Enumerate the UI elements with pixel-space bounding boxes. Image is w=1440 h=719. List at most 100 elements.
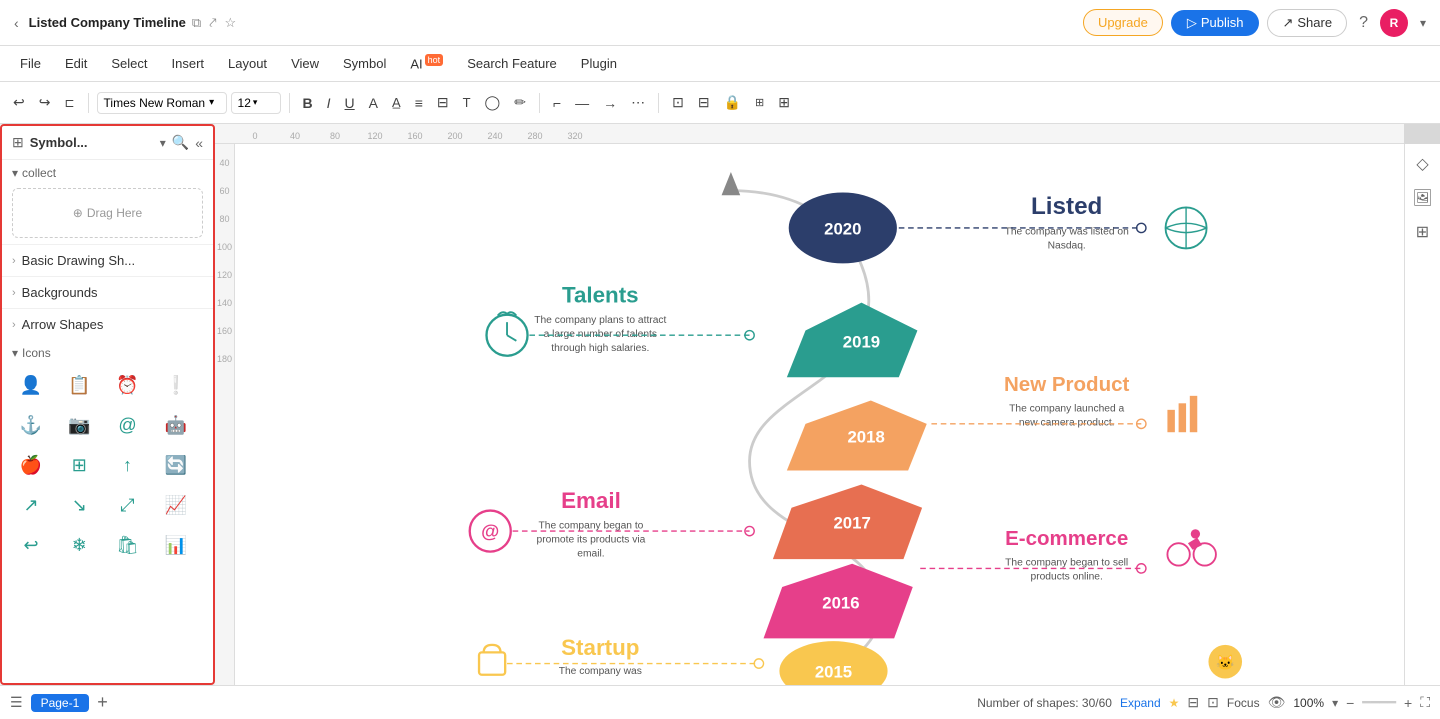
add-page-button[interactable]: + xyxy=(97,692,108,713)
redo-button[interactable]: ↪ xyxy=(34,91,56,114)
icon-camera[interactable]: 📷 xyxy=(60,406,98,444)
right-panel-grid-icon[interactable]: ⊞ xyxy=(1416,222,1429,242)
icon-expand[interactable]: ⤢ xyxy=(109,486,147,524)
font-selector[interactable]: Times New Roman ▾ xyxy=(97,92,227,114)
italic-button[interactable]: I xyxy=(322,92,336,114)
upgrade-button[interactable]: Upgrade xyxy=(1083,9,1163,36)
menu-layout[interactable]: Layout xyxy=(216,52,279,75)
focus-icon[interactable]: ⊡ xyxy=(1207,694,1219,711)
menu-search-feature[interactable]: Search Feature xyxy=(455,52,569,75)
right-panel-image-icon[interactable]: 🖼 xyxy=(1412,188,1432,208)
zoom-dropdown-icon[interactable]: ▾ xyxy=(1332,696,1338,710)
menu-file[interactable]: File xyxy=(8,52,53,75)
icon-grid[interactable]: ⊞ xyxy=(60,446,98,484)
arrange-button[interactable]: ⊡ xyxy=(667,91,689,114)
canvas-white[interactable]: 2020 2019 2018 2017 2016 2015 Talents xyxy=(235,144,1404,685)
menu-view[interactable]: View xyxy=(279,52,331,75)
sidebar-search-icon[interactable]: 🔍 xyxy=(172,134,189,151)
cyclist-wheel1 xyxy=(1167,543,1189,565)
menu-edit[interactable]: Edit xyxy=(53,52,99,75)
underline-button[interactable]: U xyxy=(340,92,360,114)
icon-reply[interactable]: ↩ xyxy=(12,526,50,564)
icon-bar-chart[interactable]: 📊 xyxy=(157,526,195,564)
bold-button[interactable]: B xyxy=(298,92,318,114)
sidebar-expand-icon[interactable]: ▾ xyxy=(160,136,166,150)
layers-icon[interactable]: ⊟ xyxy=(1187,694,1199,711)
fullscreen-button[interactable]: ⛶ xyxy=(1420,694,1430,711)
sidebar-grid-icon: ⊞ xyxy=(12,134,24,151)
menu-symbol[interactable]: Symbol xyxy=(331,52,398,75)
ungroup-button[interactable]: ⊞ xyxy=(750,93,769,112)
icons-label[interactable]: ▾ Icons xyxy=(12,346,203,360)
page-menu-icon[interactable]: ☰ xyxy=(10,694,23,711)
icon-clipboard[interactable]: 📋 xyxy=(60,366,98,404)
lock-button[interactable]: 🔒 xyxy=(719,91,746,114)
toolbar-btn3[interactable]: ⊏ xyxy=(59,93,79,113)
dots-line-button[interactable]: ⋯ xyxy=(626,91,650,114)
font-size-input[interactable]: 12 ▾ xyxy=(231,92,281,114)
duplicate-icon[interactable]: ⧉ xyxy=(192,15,201,31)
drag-plus-icon: ⊕ xyxy=(73,206,83,220)
canvas-area[interactable]: 04080120160200240280320 4060801001201401… xyxy=(215,124,1440,685)
icon-robot[interactable]: 🤖 xyxy=(157,406,195,444)
icon-bag[interactable]: 🛍 xyxy=(109,526,147,564)
right-panel-diamond-icon[interactable]: ◇ xyxy=(1416,154,1428,174)
table-button[interactable]: ⊞ xyxy=(773,91,795,114)
avatar[interactable]: R xyxy=(1380,9,1408,37)
icon-arrow-se[interactable]: ↘ xyxy=(60,486,98,524)
arrow-button[interactable]: → xyxy=(598,92,622,114)
focus-label[interactable]: Focus xyxy=(1227,696,1260,710)
line-style-button[interactable]: — xyxy=(570,92,594,114)
connector-button[interactable]: ⌐ xyxy=(548,92,566,114)
icon-at[interactable]: @ xyxy=(109,406,147,444)
icon-arrow-up[interactable]: ↑ xyxy=(109,446,147,484)
icon-trending-up[interactable]: 📈 xyxy=(157,486,195,524)
menu-select[interactable]: Select xyxy=(99,52,159,75)
sidebar-item-backgrounds[interactable]: › Backgrounds xyxy=(2,276,213,308)
publish-button[interactable]: ▷ Publish xyxy=(1171,10,1260,36)
icon-snowflake[interactable]: ❄ xyxy=(60,526,98,564)
icons-chevron-icon: ▾ xyxy=(12,346,18,360)
icon-refresh[interactable]: 🔄 xyxy=(157,446,195,484)
eye-icon[interactable]: 👁 xyxy=(1268,694,1286,711)
page-tab[interactable]: Page-1 xyxy=(31,694,90,712)
icon-clock[interactable]: ⏰ xyxy=(109,366,147,404)
icon-apple[interactable]: 🍎 xyxy=(12,446,50,484)
back-arrow[interactable]: ‹ xyxy=(10,13,23,33)
align-center-button[interactable]: ≡ xyxy=(410,92,428,114)
share-button[interactable]: ↗ Share xyxy=(1267,9,1347,37)
collect-label[interactable]: ▾ collect xyxy=(12,166,203,180)
font-color-button[interactable]: A xyxy=(364,92,383,114)
user-menu-button[interactable]: ▾ xyxy=(1416,12,1430,34)
toolbar-sep2 xyxy=(289,93,290,113)
expand-link[interactable]: Expand xyxy=(1120,696,1161,710)
sidebar-item-basic[interactable]: › Basic Drawing Sh... xyxy=(2,244,213,276)
icon-exclamation[interactable]: ❕ xyxy=(157,366,195,404)
zoom-in-button[interactable]: + xyxy=(1404,695,1412,711)
icon-person[interactable]: 👤 xyxy=(12,366,50,404)
font-dropdown-icon: ▾ xyxy=(209,97,214,108)
text-type-button[interactable]: T xyxy=(458,92,476,113)
menu-ai[interactable]: AIhot xyxy=(398,51,455,75)
paint-format-button[interactable]: ✏ xyxy=(509,91,531,114)
drag-drop-area[interactable]: ⊕ Drag Here xyxy=(12,188,203,238)
sidebar-collapse-icon[interactable]: « xyxy=(195,135,203,151)
icon-anchor[interactable]: ⚓ xyxy=(12,406,50,444)
zoom-slider[interactable]: ━━━━ xyxy=(1362,694,1396,711)
talents-desc-1: The company plans to attract xyxy=(534,315,666,326)
title-icons: ⧉ ⤤ ☆ xyxy=(192,15,236,31)
align-options-button[interactable]: ⊟ xyxy=(432,91,454,114)
menu-insert[interactable]: Insert xyxy=(160,52,217,75)
crop-button[interactable]: ⊟ xyxy=(693,91,715,114)
undo-button[interactable]: ↩ xyxy=(8,91,30,114)
zoom-out-button[interactable]: − xyxy=(1346,695,1354,711)
menu-plugin[interactable]: Plugin xyxy=(569,52,629,75)
clear-format-button[interactable]: ◯ xyxy=(480,91,506,114)
cat-emoji: 🐱 xyxy=(1216,653,1235,671)
icon-arrow-ne[interactable]: ↗ xyxy=(12,486,50,524)
font-bg-button[interactable]: A̲ xyxy=(387,92,406,113)
star-icon[interactable]: ☆ xyxy=(225,15,237,31)
export-icon[interactable]: ⤤ xyxy=(209,15,216,31)
sidebar-item-arrows[interactable]: › Arrow Shapes xyxy=(2,308,213,340)
help-button[interactable]: ? xyxy=(1355,10,1372,36)
